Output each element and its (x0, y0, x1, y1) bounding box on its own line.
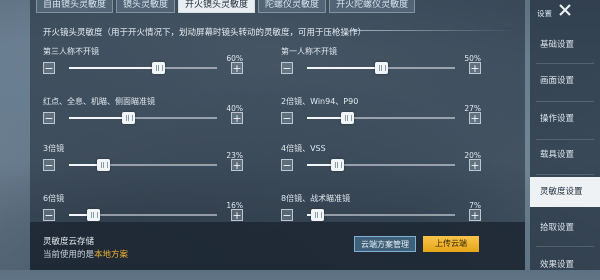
tab-fire-gyroscope[interactable]: 开火陀螺仪灵敏度 (329, 0, 416, 13)
sidebar-item-basic[interactable]: 基础设置 (530, 30, 600, 60)
tab-gyroscope[interactable]: 陀螺仪灵敏度 (258, 0, 327, 13)
section-title: 开火镜头灵敏度（用于开火情况下，划动屏幕时镜头转动的灵敏度，可用于压枪操作） (43, 28, 367, 38)
cloud-storage-title: 灵敏度云存储 (43, 237, 95, 247)
plus-icon[interactable]: + (231, 62, 243, 74)
slider-label: 4倍镜、VSS (281, 144, 326, 153)
slider-label: 3倍镜 (43, 144, 65, 153)
slider-first-person-no-scope: 第一人称不开镜 50% − + (281, 46, 481, 86)
tab-fire-camera[interactable]: 开火镜头灵敏度 (178, 0, 256, 13)
slider-track[interactable] (69, 62, 217, 74)
slider-track[interactable] (307, 209, 455, 221)
slider-3x-scope: 3倍镜 23% − + (43, 143, 243, 183)
sidebar-item-pickup[interactable]: 拾取设置 (530, 213, 600, 243)
sidebar-item-effects[interactable]: 效果设置 (530, 250, 600, 280)
slider-handle[interactable] (330, 159, 344, 171)
slider-fill (69, 117, 129, 119)
slider-handle[interactable] (340, 112, 354, 124)
cloud-plan-manage-button[interactable]: 云端方案管理 (354, 236, 416, 252)
tab-camera[interactable]: 镜头灵敏度 (116, 0, 176, 13)
current-plan-text: 当前使用的是本地方案 (43, 248, 128, 260)
plus-icon[interactable]: + (469, 159, 481, 171)
slider-track[interactable] (69, 159, 217, 171)
slider-label: 红点、全息、机瞄、侧面瞄准镜 (43, 97, 155, 106)
slider-handle[interactable] (122, 112, 136, 124)
slider-4x-scope: 4倍镜、VSS 20% − + (281, 143, 481, 183)
sidebar-divider (536, 63, 594, 64)
minus-icon[interactable]: − (281, 159, 293, 171)
minus-icon[interactable]: − (281, 112, 293, 124)
sidebar-item-sensitivity[interactable]: 灵敏度设置 (530, 177, 600, 207)
plus-icon[interactable]: + (469, 62, 481, 74)
slider-track[interactable] (69, 209, 217, 221)
sidebar-item-graphics[interactable]: 画面设置 (530, 66, 600, 96)
slider-label: 第一人称不开镜 (281, 47, 337, 56)
plus-icon[interactable]: + (469, 112, 481, 124)
minus-icon[interactable]: − (43, 112, 55, 124)
slider-fill (69, 67, 158, 69)
upload-cloud-button[interactable]: 上传云端 (423, 236, 479, 252)
slider-red-dot-holo: 红点、全息、机瞄、侧面瞄准镜 40% − + (43, 96, 243, 136)
sidebar-header: 设置 (537, 9, 552, 18)
slider-handle[interactable] (311, 209, 325, 221)
tab-free-camera[interactable]: 自由镜头灵敏度 (36, 0, 114, 13)
sidebar-item-controls[interactable]: 操作设置 (530, 104, 600, 134)
sidebar-divider (536, 174, 594, 175)
slider-handle[interactable] (97, 159, 111, 171)
slider-track[interactable] (307, 62, 455, 74)
section-divider (350, 30, 515, 31)
minus-icon[interactable]: − (43, 159, 55, 171)
plus-icon[interactable]: + (231, 209, 243, 221)
plus-icon[interactable]: + (231, 112, 243, 124)
minus-icon[interactable]: − (43, 62, 55, 74)
minus-icon[interactable]: − (281, 62, 293, 74)
plus-icon[interactable]: + (231, 159, 243, 171)
sidebar-divider (536, 101, 594, 102)
slider-label: 8倍镜、战术瞄准镜 (281, 194, 351, 203)
current-plan-name: 本地方案 (94, 250, 129, 260)
slider-track[interactable] (307, 159, 455, 171)
close-icon[interactable] (557, 2, 573, 18)
slider-handle[interactable] (375, 62, 388, 74)
sidebar-divider (536, 246, 594, 247)
minus-icon[interactable]: − (43, 209, 55, 221)
current-plan-prefix: 当前使用的是 (43, 250, 95, 260)
plus-icon[interactable]: + (469, 209, 481, 221)
slider-label: 第三人称不开镜 (43, 47, 99, 56)
slider-track[interactable] (69, 112, 217, 124)
sidebar-item-vehicle[interactable]: 载具设置 (530, 140, 600, 170)
minus-icon[interactable]: − (281, 209, 293, 221)
slider-track[interactable] (307, 112, 455, 124)
slider-handle[interactable] (86, 209, 100, 221)
slider-fill (307, 67, 381, 69)
sensitivity-subtabs: 自由镜头灵敏度 镜头灵敏度 开火镜头灵敏度 陀螺仪灵敏度 开火陀螺仪灵敏度 (36, 0, 418, 13)
slider-label: 6倍镜 (43, 194, 65, 203)
slider-label: 2倍镜、Win94、P90 (281, 97, 359, 106)
slider-2x-scope: 2倍镜、Win94、P90 27% − + (281, 96, 481, 136)
slider-third-person-no-scope: 第三人称不开镜 60% − + (43, 46, 243, 86)
slider-handle[interactable] (151, 62, 165, 74)
